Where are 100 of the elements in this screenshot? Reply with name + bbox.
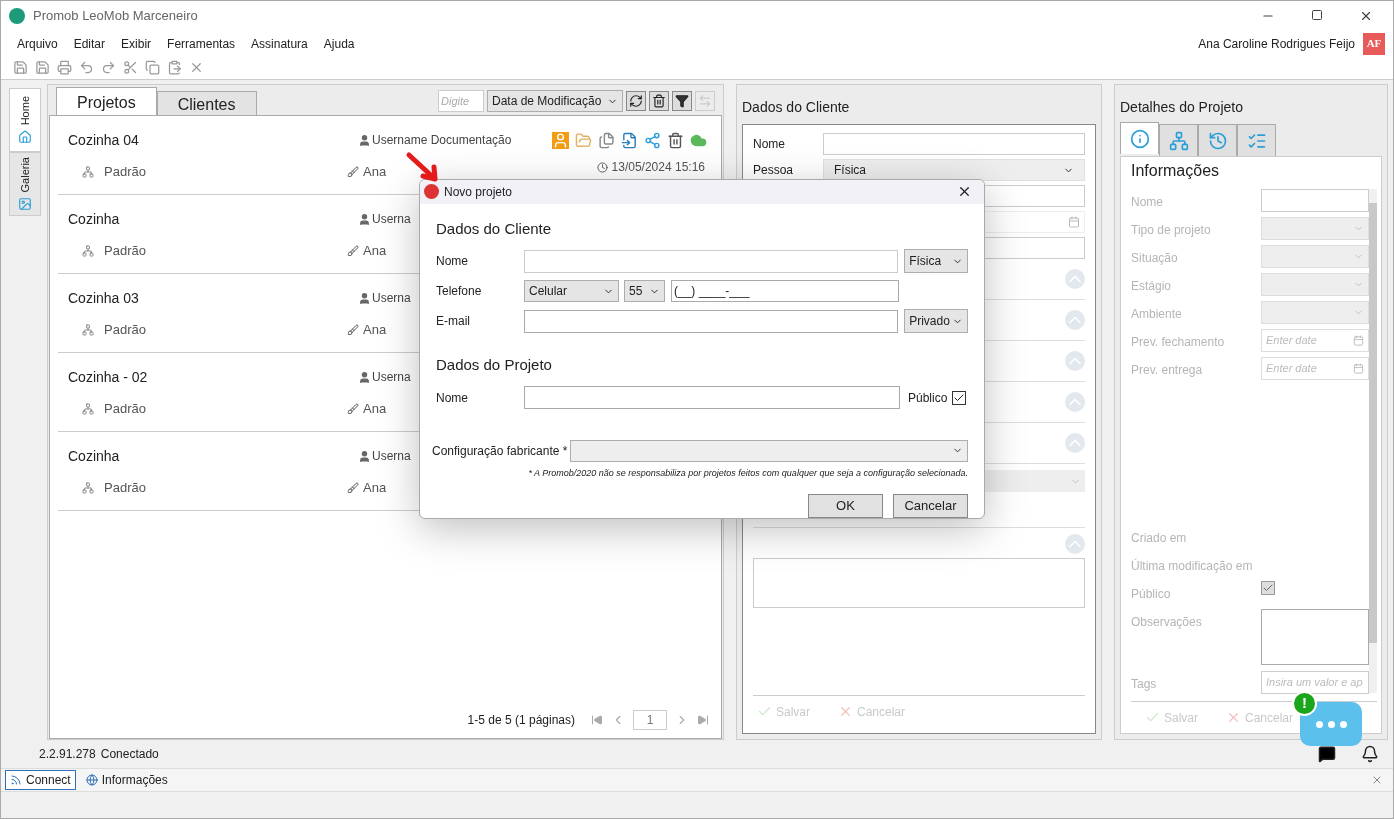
copy-button[interactable] <box>598 131 615 149</box>
name-field[interactable] <box>523 249 899 273</box>
person-type-dropdown[interactable]: Física <box>904 249 968 273</box>
field-label: Prev. fechamento <box>1131 334 1226 351</box>
phone-type-dropdown[interactable]: Celular <box>524 280 619 302</box>
config-icon <box>82 482 94 494</box>
field-label: Ambiente <box>1131 306 1183 323</box>
print-icon[interactable] <box>57 60 72 75</box>
app-logo-icon <box>9 8 25 24</box>
collapse-button[interactable] <box>1065 269 1085 289</box>
collapse-button[interactable] <box>1065 433 1085 453</box>
tab[interactable]: Projetos <box>56 87 157 115</box>
collapse-button[interactable] <box>1065 534 1085 554</box>
notes-field[interactable] <box>753 558 1085 608</box>
calendar-icon <box>1353 335 1364 346</box>
side-tab[interactable]: Galeria <box>9 152 41 216</box>
trash-button[interactable] <box>649 91 669 111</box>
author-name: Ana <box>363 163 387 182</box>
user-button[interactable] <box>552 131 569 149</box>
field-label: E-mail <box>436 313 471 330</box>
disclaimer-note: * A Promob/2020 não se responsabiliza por projetos feitos com qualquer que seja a configuração selecionada. <box>527 466 968 480</box>
config-icon <box>82 166 94 178</box>
menu-item[interactable]: Ferramentas <box>159 34 244 53</box>
config-name: Padrão <box>104 400 147 419</box>
checkbox[interactable] <box>952 390 967 405</box>
project-name-field[interactable] <box>524 386 900 409</box>
branch-button[interactable] <box>644 131 661 149</box>
redo-icon[interactable] <box>101 60 116 75</box>
delete-icon[interactable] <box>189 60 204 75</box>
close-icon[interactable] <box>1371 774 1383 786</box>
country-code-dropdown[interactable]: 55 <box>624 280 665 302</box>
window-title: Promob LeoMob Marceneiro <box>33 7 198 26</box>
field-label: Situação <box>1131 250 1179 267</box>
notifications-icon[interactable] <box>1361 745 1379 763</box>
menu-item[interactable]: Editar <box>65 34 114 53</box>
person-dropdown[interactable]: Física <box>823 159 1085 181</box>
config-name: Padrão <box>104 242 147 261</box>
config-name: Padrão <box>104 479 147 498</box>
menu-item[interactable]: Exibir <box>113 34 160 53</box>
user-icon <box>358 449 371 463</box>
field-label: Nome <box>1131 194 1164 211</box>
panel-title: Detalhes do Projeto <box>1120 98 1244 117</box>
bottom-tab[interactable]: Connect <box>5 770 76 790</box>
config-name: Padrão <box>104 163 147 182</box>
field-label: Estágio <box>1131 278 1173 295</box>
last-page-button[interactable] <box>697 714 709 726</box>
menu-item[interactable]: Arquivo <box>9 34 66 53</box>
side-tab[interactable]: Home <box>9 88 41 152</box>
delete-button[interactable] <box>667 131 684 149</box>
collapse-button[interactable] <box>1065 351 1085 371</box>
user-icon <box>358 133 371 147</box>
menu-item[interactable]: Ajuda <box>315 34 363 53</box>
tab[interactable]: Clientes <box>156 91 257 115</box>
project-name: Cozinha - 02 <box>68 367 149 387</box>
first-page-button[interactable] <box>591 714 603 726</box>
sort-dropdown[interactable]: Data de Modificação <box>487 90 623 112</box>
project-name: Cozinha <box>68 446 121 466</box>
menu-item[interactable]: Assinatura <box>243 34 316 53</box>
version-label: 2.2.91.278 <box>39 746 96 763</box>
maximize-button[interactable] <box>1311 9 1323 21</box>
dialog-title: Novo projeto <box>444 183 513 201</box>
copy-icon[interactable] <box>145 60 160 75</box>
close-button[interactable] <box>1359 9 1373 23</box>
brush-icon <box>347 324 359 336</box>
folder-button[interactable] <box>575 131 592 149</box>
field-label: Prev. entrega <box>1131 362 1204 379</box>
export-button[interactable] <box>621 131 638 149</box>
author-name: Ana <box>363 321 387 340</box>
globe-icon <box>85 774 98 786</box>
field-label: Nome <box>436 253 469 270</box>
page-field[interactable]: 1 <box>633 710 667 730</box>
brush-icon <box>347 403 359 415</box>
configuration-dropdown[interactable] <box>570 439 968 462</box>
filter-button[interactable] <box>672 91 692 111</box>
search-field[interactable]: Digite <box>438 90 484 112</box>
email-field[interactable] <box>523 309 899 333</box>
author-name: Ana <box>363 479 387 498</box>
refresh-button[interactable] <box>626 91 646 111</box>
collapse-button[interactable] <box>1065 392 1085 412</box>
config-icon <box>82 245 94 257</box>
paste-icon[interactable] <box>167 60 182 75</box>
ok-button[interactable]: OK <box>808 494 883 518</box>
privacy-dropdown[interactable]: Privado <box>904 309 968 333</box>
project-name: Cozinha 04 <box>68 130 140 150</box>
text-field[interactable] <box>823 133 1085 155</box>
app-logo-icon <box>424 184 439 200</box>
user-name: Ana Caroline Rodrigues Feijo <box>1198 35 1355 53</box>
field-label: Tags <box>1131 676 1158 693</box>
cut-icon[interactable] <box>123 60 138 75</box>
collapse-button[interactable] <box>1065 310 1085 330</box>
save-icon[interactable] <box>13 60 28 75</box>
bottom-tab[interactable]: Informações <box>81 770 172 790</box>
author-name: Ana <box>363 400 387 419</box>
field-label: Nome <box>436 389 469 407</box>
save-as-icon[interactable] <box>35 60 50 75</box>
cancel-button[interactable]: Cancelar <box>893 494 968 518</box>
section-heading: Dados do Projeto <box>436 355 553 375</box>
owner-name: Userna <box>372 448 411 465</box>
undo-icon[interactable] <box>79 60 94 75</box>
phone-field[interactable]: (__) ____-___ <box>671 280 899 302</box>
